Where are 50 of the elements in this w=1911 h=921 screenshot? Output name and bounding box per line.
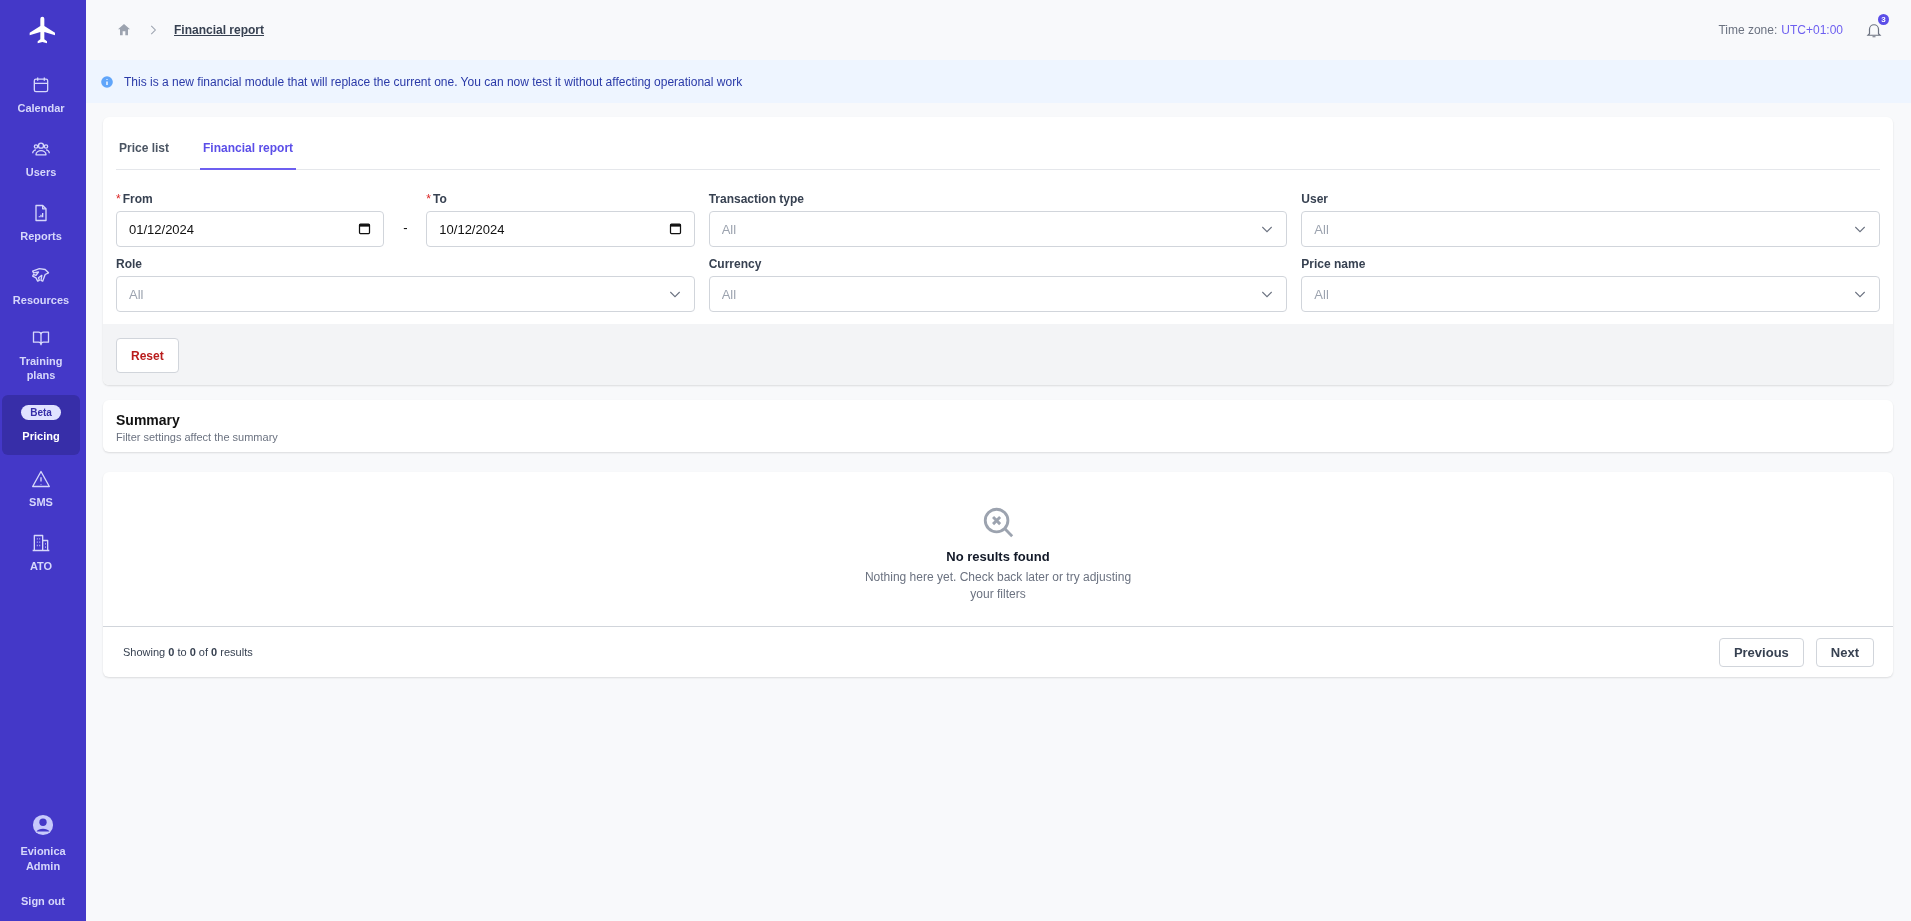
sidebar-item[interactable]: Users	[2, 130, 80, 188]
field-label: User	[1301, 192, 1329, 206]
field-label: Price name	[1301, 257, 1367, 271]
beta-badge: Beta	[21, 405, 61, 421]
info-icon	[100, 74, 114, 89]
dropdown-field[interactable]: All	[708, 211, 1288, 247]
banner-text: This is a new financial module that will replace the current one. You can now test it without affecting operational work	[124, 74, 743, 89]
sidebar-item[interactable]: Beta Pricing	[2, 394, 80, 455]
dropdown-field[interactable]: All	[116, 276, 695, 312]
calendar-icon[interactable]	[357, 221, 373, 236]
summary-title: Summary	[116, 412, 181, 428]
field-label: Currency	[708, 257, 763, 271]
bell-icon[interactable]	[1865, 21, 1883, 39]
summary-subtitle: Filter settings affect the summary	[116, 431, 279, 443]
notification-count-badge: 3	[1878, 14, 1889, 25]
field-label: From	[122, 192, 153, 206]
breadcrumb-link[interactable]: Financial report	[174, 23, 265, 37]
dropdown-field[interactable]: All	[1301, 211, 1880, 247]
empty-title: No results found	[946, 548, 1050, 564]
timezone-link[interactable]: UTC+01:00	[1781, 23, 1843, 37]
sidebar-item[interactable]: SMS	[2, 460, 80, 519]
sidebar-item[interactable]: Resources	[2, 258, 80, 316]
calendar-icon[interactable]	[667, 221, 683, 236]
tab[interactable]: Price list	[116, 141, 173, 170]
sign-out-link[interactable]: Sign out	[21, 895, 65, 907]
dropdown-field[interactable]: All	[1301, 276, 1880, 312]
field-label: To	[433, 192, 447, 206]
field-label: Role	[116, 257, 143, 271]
timezone-label: Time zone:	[1718, 23, 1778, 37]
sidebar-item[interactable]: ATO	[2, 524, 80, 583]
field-label: Transaction type	[708, 192, 806, 206]
range-separator: -	[402, 220, 409, 237]
empty-text: Nothing here yet. Check back later or try adjusting your filters	[863, 568, 1133, 603]
user-avatar-icon	[32, 814, 54, 837]
previous-button[interactable]: Previous	[1718, 637, 1804, 667]
dropdown-field[interactable]: All	[708, 276, 1288, 312]
next-button[interactable]: Next	[1815, 637, 1874, 667]
warning-icon	[31, 469, 51, 490]
tab[interactable]: Financial report	[200, 141, 297, 170]
building-icon	[31, 533, 51, 554]
sidebar-item[interactable]: Reports	[2, 194, 80, 252]
date-field[interactable]: 10/12/2024	[426, 211, 695, 247]
sidebar-item[interactable]: Training plans	[2, 322, 80, 389]
required-mark: *	[426, 192, 431, 206]
sidebar-item[interactable]: Calendar	[2, 66, 80, 124]
reset-button[interactable]: Reset	[116, 338, 179, 373]
date-field[interactable]: 01/12/2024	[116, 211, 385, 247]
required-mark: *	[116, 192, 121, 206]
user-menu[interactable]: Evionica Admin	[13, 814, 73, 873]
results-count: Showing 0 to 0 of 0 results	[123, 646, 253, 658]
